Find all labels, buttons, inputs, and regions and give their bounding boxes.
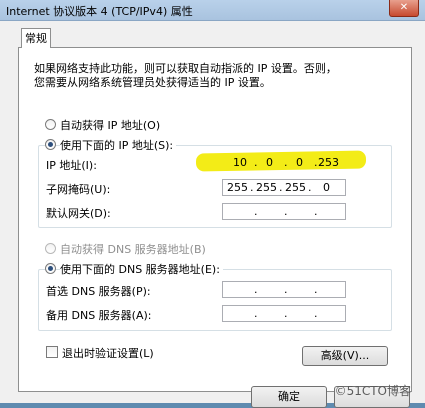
title-bar: Internet 协议版本 4 (TCP/IPv4) 属性 ✕: [0, 0, 425, 21]
dot: .: [254, 205, 258, 218]
dot: .: [314, 205, 318, 218]
validate-checkbox[interactable]: [46, 346, 58, 358]
dot: .: [314, 156, 318, 169]
subnet-octet: 0: [323, 181, 330, 194]
subnet-mask-field[interactable]: 255 . 255 . 255 . 0: [222, 179, 346, 196]
alternate-dns-label: 备用 DNS 服务器(A):: [46, 309, 152, 322]
ok-button[interactable]: 确定: [251, 386, 327, 408]
manual-ip-radio[interactable]: [45, 139, 56, 150]
dot: .: [254, 283, 258, 296]
preferred-dns-label: 首选 DNS 服务器(P):: [46, 285, 151, 298]
auto-dns-radio[interactable]: [45, 243, 56, 254]
gateway-label: 默认网关(D):: [46, 207, 111, 220]
window-title: Internet 协议版本 4 (TCP/IPv4) 属性: [6, 5, 193, 18]
validate-label: 退出时验证设置(L): [62, 347, 154, 360]
dot: .: [250, 181, 254, 194]
subnet-octet: 255: [227, 181, 248, 194]
dot: .: [308, 181, 312, 194]
ip-octet: 253: [318, 156, 339, 169]
dot: .: [284, 205, 288, 218]
preferred-dns-field[interactable]: . . .: [222, 281, 346, 298]
manual-dns-radio[interactable]: [45, 263, 56, 274]
watermark: ©51CTO博客: [334, 384, 411, 398]
dot: .: [279, 181, 283, 194]
gateway-field[interactable]: . . .: [222, 203, 346, 220]
ip-address-label: IP 地址(I):: [46, 159, 97, 172]
subnet-octet: 255: [256, 181, 277, 194]
dot: .: [284, 283, 288, 296]
manual-ip-label: 使用下面的 IP 地址(S):: [60, 137, 177, 153]
advanced-button[interactable]: 高级(V)...: [302, 346, 388, 366]
subnet-octet: 255: [285, 181, 306, 194]
ip-address-field[interactable]: 10 . 0 . 0 . 253: [222, 154, 346, 171]
ip-octet: 10: [233, 156, 247, 169]
manual-dns-label: 使用下面的 DNS 服务器地址(E):: [60, 261, 223, 277]
ip-octet: 0: [266, 156, 273, 169]
tab-general[interactable]: 常规: [21, 28, 51, 48]
subnet-mask-label: 子网掩码(U):: [46, 183, 111, 196]
dot: .: [314, 283, 318, 296]
description-line-2: 您需要从网络系统管理员处获得适当的 IP 设置。: [34, 76, 271, 89]
auto-ip-label: 自动获得 IP 地址(O): [60, 119, 161, 132]
dot: .: [254, 307, 258, 320]
dot: .: [254, 156, 258, 169]
alternate-dns-field[interactable]: . . .: [222, 305, 346, 322]
dot: .: [284, 307, 288, 320]
auto-ip-radio[interactable]: [45, 119, 56, 130]
dot: .: [314, 307, 318, 320]
close-button[interactable]: ✕: [389, 0, 419, 17]
ip-octet: 0: [296, 156, 303, 169]
dot: .: [284, 156, 288, 169]
auto-dns-label: 自动获得 DNS 服务器地址(B): [60, 243, 206, 256]
